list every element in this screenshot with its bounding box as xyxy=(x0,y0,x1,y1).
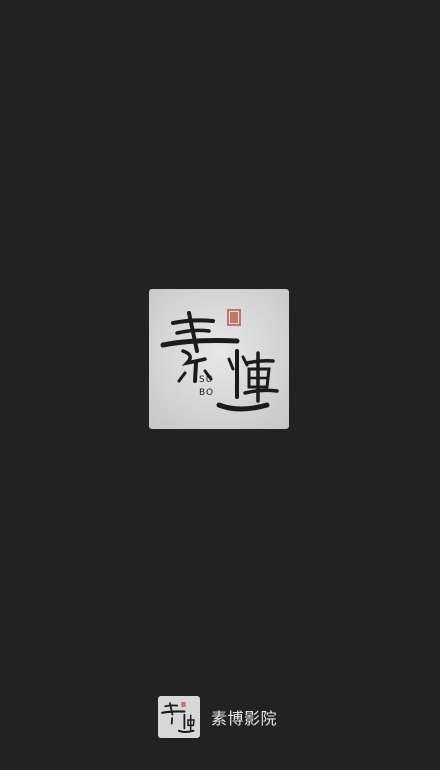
app-name: 素博影院 xyxy=(211,709,278,728)
svg-text:SU: SU xyxy=(199,375,213,385)
splash-logo-icon: SU BO xyxy=(149,289,289,429)
app-branding-footer: 素博影院 xyxy=(158,696,277,738)
app-icon xyxy=(158,696,200,738)
svg-text:BO: BO xyxy=(199,388,214,398)
subo-calligraphy-logo: SU BO xyxy=(149,289,289,429)
splash-screen: SU BO 素博影院 xyxy=(0,0,440,770)
